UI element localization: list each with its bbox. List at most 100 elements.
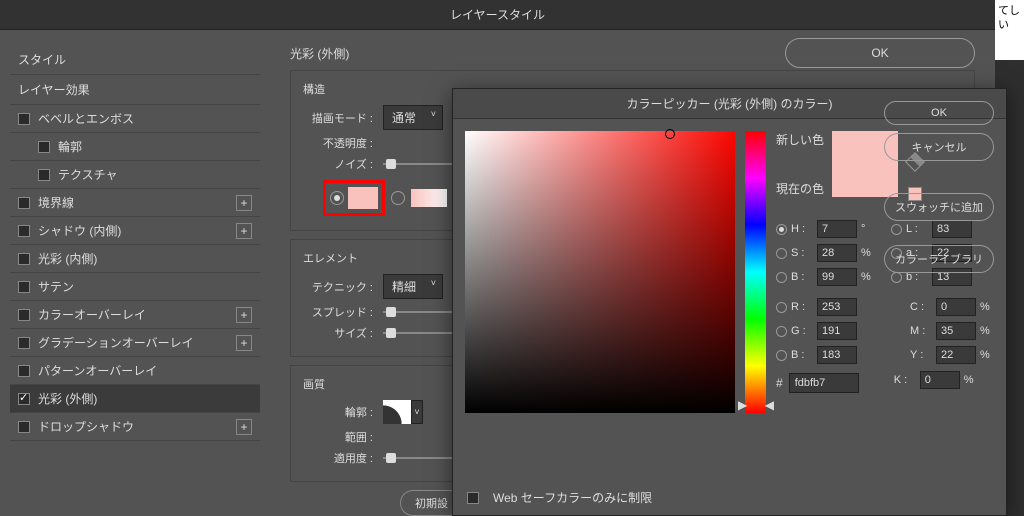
b-rgb-input[interactable] xyxy=(817,346,857,364)
add-effect-button[interactable]: + xyxy=(236,419,252,435)
sidebar-item-label: グラデーションオーバーレイ xyxy=(38,334,194,351)
c-label: C : xyxy=(910,301,932,313)
color-swatch-highlight xyxy=(323,180,385,216)
ok-button[interactable]: OK xyxy=(785,38,975,68)
sidebar-item-9[interactable]: パターンオーバーレイ xyxy=(10,357,260,385)
hex-input[interactable] xyxy=(789,373,859,393)
color-library-button[interactable]: カラーライブラリ xyxy=(884,245,994,273)
sidebar-item-2[interactable]: テクスチャ xyxy=(10,161,260,189)
sidebar-item-label: シャドウ (内側) xyxy=(38,222,121,239)
technique-dropdown[interactable]: 精細 xyxy=(383,274,443,299)
styles-sidebar: スタイル レイヤー効果 ベベルとエンボス輪郭テクスチャ境界線+シャドウ (内側)… xyxy=(0,30,270,516)
h-radio[interactable] xyxy=(776,224,787,235)
sidebar-item-3[interactable]: 境界線 + xyxy=(10,189,260,217)
b-rgb-label: B : xyxy=(791,349,813,361)
deg-unit: ° xyxy=(861,223,875,235)
r-input[interactable] xyxy=(817,298,857,316)
current-color-label: 現在の色 xyxy=(776,180,824,197)
b-hsb-radio[interactable] xyxy=(776,272,787,283)
sidebar-item-label: 境界線 xyxy=(38,194,74,211)
g-radio[interactable] xyxy=(776,326,787,337)
sidebar-item-10[interactable]: 光彩 (外側) xyxy=(10,385,260,413)
effect-checkbox[interactable] xyxy=(18,281,30,293)
b-hsb-label: B : xyxy=(791,271,813,283)
sidebar-item-11[interactable]: ドロップシャドウ + xyxy=(10,413,260,441)
s-label: S : xyxy=(791,247,813,259)
c-input[interactable] xyxy=(936,298,976,316)
hue-slider[interactable]: ▶◀ xyxy=(745,131,766,413)
sidebar-item-label: ドロップシャドウ xyxy=(38,418,134,435)
sidebar-item-4[interactable]: シャドウ (内側) + xyxy=(10,217,260,245)
blend-mode-label: 描画モード : xyxy=(303,110,373,126)
contour-dropdown-arrow[interactable]: ˅ xyxy=(411,400,423,424)
sidebar-item-8[interactable]: グラデーションオーバーレイ + xyxy=(10,329,260,357)
h-label: H : xyxy=(791,223,813,235)
range-label: 範囲 : xyxy=(303,429,373,445)
k-label: K : xyxy=(894,374,916,386)
sidebar-item-label: 輪郭 xyxy=(58,138,82,155)
b-hsb-input[interactable] xyxy=(817,268,857,286)
gradient-radio[interactable] xyxy=(391,191,405,205)
hash-label: # xyxy=(776,376,783,390)
color-picker-dialog: カラーピッカー (光彩 (外側) のカラー) ▶◀ 新しい色 現在の色 xyxy=(452,88,1007,516)
blend-mode-dropdown[interactable]: 通常 xyxy=(383,105,443,130)
sidebar-item-1[interactable]: 輪郭 xyxy=(10,133,260,161)
effect-checkbox[interactable] xyxy=(18,113,30,125)
sidebar-item-label: サテン xyxy=(38,278,74,295)
sidebar-item-7[interactable]: カラーオーバーレイ + xyxy=(10,301,260,329)
effect-checkbox[interactable] xyxy=(18,309,30,321)
gradient-swatch[interactable] xyxy=(411,189,447,207)
sidebar-item-label: 光彩 (外側) xyxy=(38,390,97,407)
sidebar-header-effects[interactable]: レイヤー効果 xyxy=(10,74,260,105)
opacity-label: 不透明度 : xyxy=(303,135,373,151)
sv-cursor[interactable] xyxy=(665,129,675,139)
glow-color-swatch[interactable] xyxy=(348,187,378,209)
h-input[interactable] xyxy=(817,220,857,238)
r-radio[interactable] xyxy=(776,302,787,313)
add-effect-button[interactable]: + xyxy=(236,335,252,351)
technique-label: テクニック : xyxy=(303,279,373,295)
sidebar-item-0[interactable]: ベベルとエンボス xyxy=(10,105,260,133)
add-swatch-button[interactable]: スウォッチに追加 xyxy=(884,193,994,221)
web-safe-checkbox[interactable] xyxy=(467,492,479,504)
effect-checkbox[interactable] xyxy=(38,169,50,181)
noise-label: ノイズ : xyxy=(303,156,373,172)
saturation-value-field[interactable] xyxy=(465,131,735,413)
solid-color-radio[interactable] xyxy=(330,191,344,205)
b-lab-radio[interactable] xyxy=(891,272,902,283)
add-effect-button[interactable]: + xyxy=(236,223,252,239)
m-input[interactable] xyxy=(936,322,976,340)
g-input[interactable] xyxy=(817,322,857,340)
effect-checkbox[interactable] xyxy=(18,393,30,405)
effect-checkbox[interactable] xyxy=(18,225,30,237)
b-rgb-radio[interactable] xyxy=(776,350,787,361)
y-input[interactable] xyxy=(936,346,976,364)
effect-checkbox[interactable] xyxy=(18,421,30,433)
sidebar-item-label: テクスチャ xyxy=(58,166,118,183)
picker-cancel-button[interactable]: キャンセル xyxy=(884,133,994,161)
size-label: サイズ : xyxy=(303,325,373,341)
effect-checkbox[interactable] xyxy=(18,365,30,377)
effect-checkbox[interactable] xyxy=(38,141,50,153)
new-color-label: 新しい色 xyxy=(776,131,824,148)
k-input[interactable] xyxy=(920,371,960,389)
m-label: M : xyxy=(910,325,932,337)
spread-label: スプレッド : xyxy=(303,304,373,320)
background-text: てし い xyxy=(994,0,1024,60)
effect-checkbox[interactable] xyxy=(18,197,30,209)
s-radio[interactable] xyxy=(776,248,787,259)
r-label: R : xyxy=(791,301,813,313)
g-label: G : xyxy=(791,325,813,337)
sidebar-item-5[interactable]: 光彩 (内側) xyxy=(10,245,260,273)
effect-checkbox[interactable] xyxy=(18,253,30,265)
sidebar-item-6[interactable]: サテン xyxy=(10,273,260,301)
sidebar-item-label: ベベルとエンボス xyxy=(38,110,134,127)
sidebar-item-label: カラーオーバーレイ xyxy=(38,306,146,323)
add-effect-button[interactable]: + xyxy=(236,307,252,323)
s-input[interactable] xyxy=(817,244,857,262)
add-effect-button[interactable]: + xyxy=(236,195,252,211)
dialog-title: レイヤースタイル xyxy=(450,6,545,23)
contour-picker[interactable] xyxy=(383,400,411,424)
picker-ok-button[interactable]: OK xyxy=(884,101,994,125)
effect-checkbox[interactable] xyxy=(18,337,30,349)
